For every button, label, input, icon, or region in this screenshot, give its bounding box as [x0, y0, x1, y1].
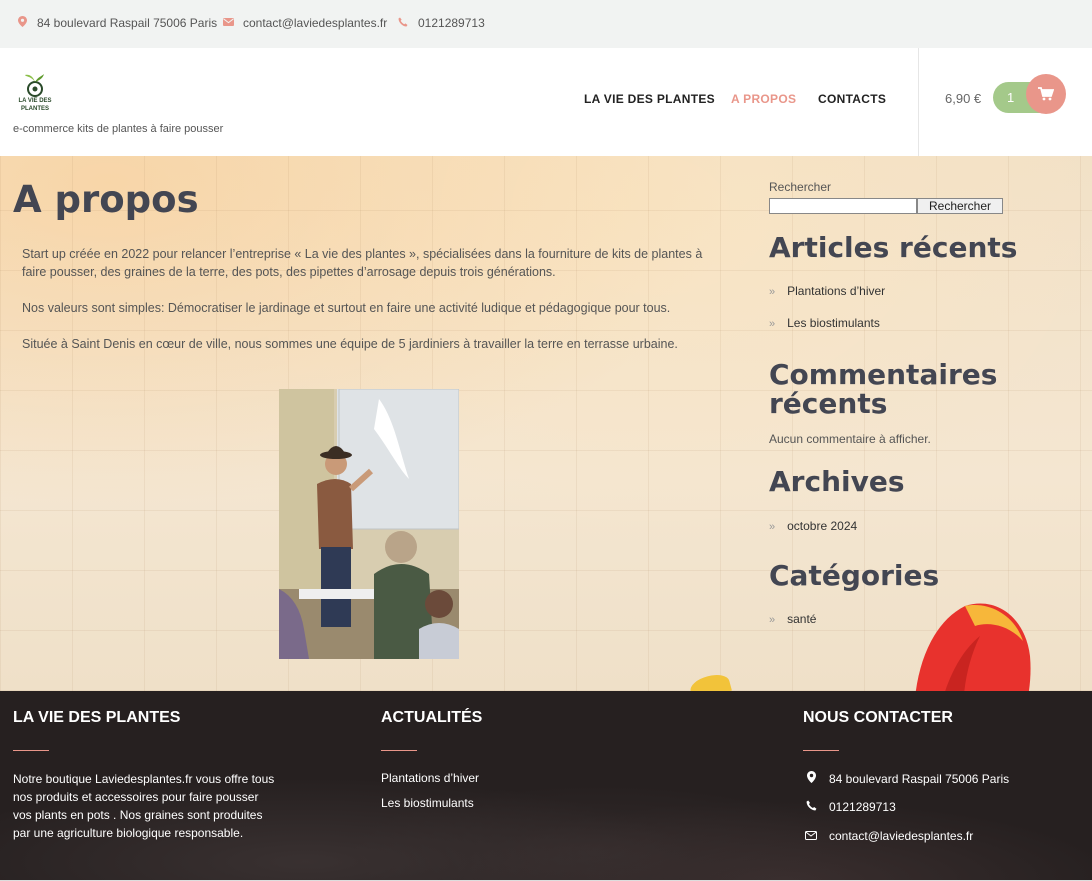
about-paragraph-1: Start up créée en 2022 pour relancer l’e… [22, 247, 703, 279]
about-paragraph-3: Située à Saint Denis en cœur de ville, n… [22, 337, 678, 351]
topbar-email[interactable]: contact@laviedesplantes.fr [223, 16, 387, 30]
footer-news-link[interactable]: Les biostimulants [381, 796, 474, 810]
envelope-icon [223, 17, 234, 29]
footer-news-title: ACTUALITÉS [381, 709, 483, 726]
footer-about-text: Notre boutique Laviedesplantes.fr vous o… [13, 772, 275, 840]
archive-link[interactable]: octobre 2024 [787, 519, 857, 533]
footer-divider [803, 750, 839, 751]
topbar-email-text[interactable]: contact@laviedesplantes.fr [243, 16, 387, 30]
nav-item-a-propos[interactable]: A PROPOS [731, 92, 796, 106]
topbar-phone-text[interactable]: 0121289713 [418, 16, 485, 30]
categories-title: Catégories [769, 559, 940, 592]
recent-article-item[interactable]: » Les biostimulants [769, 316, 880, 330]
recent-comments-title: Commentaires récents [769, 360, 997, 418]
footer-contact-title: NOUS CONTACTER [803, 709, 953, 726]
shopping-cart-icon [1038, 87, 1054, 101]
location-pin-icon [17, 16, 27, 30]
footer-about-title: LA VIE DES PLANTES [13, 709, 181, 726]
decorative-petal [688, 671, 732, 691]
site-tagline: e-commerce kits de plantes à faire pouss… [13, 123, 224, 135]
phone-icon [398, 17, 408, 30]
location-pin-icon [803, 771, 819, 786]
topbar-address: 84 boulevard Raspail 75006 Paris [17, 16, 217, 30]
cart-total[interactable]: 6,90 € [945, 91, 981, 106]
about-photo [279, 389, 459, 659]
chevron-right-icon: » [769, 318, 776, 330]
topbar-phone[interactable]: 0121289713 [398, 16, 485, 30]
recent-comments-title-line-2: récents [769, 387, 888, 420]
recent-article-link[interactable]: Plantations d’hiver [787, 284, 885, 298]
footer-news-link[interactable]: Plantations d’hiver [381, 771, 479, 785]
topbar-address-text: 84 boulevard Raspail 75006 Paris [37, 16, 218, 30]
footer-divider [13, 750, 49, 751]
search-button[interactable]: Rechercher [917, 198, 1003, 214]
header-divider [918, 48, 919, 156]
logo-text: LA VIE DES PLANTES [18, 98, 52, 112]
footer-address-text: 84 boulevard Raspail 75006 Paris [829, 771, 1010, 786]
logo-sprout-icon [25, 74, 44, 97]
page-title: A propos [13, 178, 199, 221]
search-input[interactable] [769, 198, 917, 214]
footer-address: 84 boulevard Raspail 75006 Paris [803, 771, 1009, 786]
recent-article-item[interactable]: » Plantations d’hiver [769, 284, 885, 298]
main-content-area: A propos Start up créée en 2022 pour rel… [0, 156, 1092, 691]
recent-article-link[interactable]: Les biostimulants [787, 316, 880, 330]
top-bar: 84 boulevard Raspail 75006 Paris contact… [0, 0, 1092, 48]
nav-item-la-vie-des-plantes[interactable]: LA VIE DES PLANTES [584, 92, 715, 106]
search-label: Rechercher [769, 180, 832, 194]
cart-button[interactable] [1026, 74, 1066, 114]
archives-title: Archives [769, 465, 905, 498]
envelope-icon [803, 829, 819, 843]
site-header: LA VIE DES PLANTES e-commerce kits de pl… [0, 48, 1092, 156]
nav-item-contacts[interactable]: CONTACTS [818, 92, 886, 106]
chevron-right-icon: » [769, 521, 776, 533]
about-paragraph-2: Nos valeurs sont simples: Démocratiser l… [22, 301, 671, 315]
chevron-right-icon: » [769, 286, 776, 298]
footer-phone[interactable]: 0121289713 [803, 800, 896, 814]
tulip-decoration [915, 603, 1031, 691]
category-link[interactable]: santé [787, 612, 816, 626]
category-item[interactable]: » santé [769, 612, 816, 626]
archive-item[interactable]: » octobre 2024 [769, 519, 857, 533]
site-footer: LA VIE DES PLANTES Notre boutique Lavied… [0, 691, 1092, 881]
footer-phone-text[interactable]: 0121289713 [829, 800, 896, 814]
footer-divider [381, 750, 417, 751]
footer-email[interactable]: contact@laviedesplantes.fr [803, 829, 973, 843]
no-comments-text: Aucun commentaire à afficher. [769, 432, 931, 446]
footer-email-text[interactable]: contact@laviedesplantes.fr [829, 829, 973, 843]
phone-icon [803, 800, 819, 814]
recent-articles-title: Articles récents [769, 231, 1018, 264]
chevron-right-icon: » [769, 614, 776, 626]
